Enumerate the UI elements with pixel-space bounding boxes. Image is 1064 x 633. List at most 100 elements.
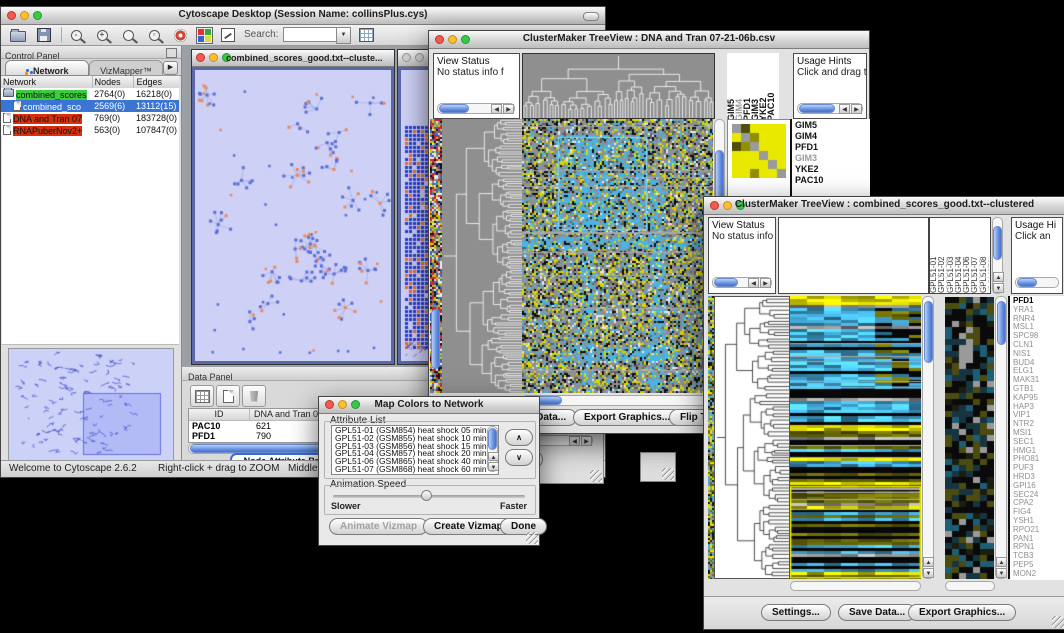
gene-label[interactable]: PAC10 [795,175,870,186]
gene-label[interactable]: MON2 [1013,570,1064,579]
network-row-dna-tran[interactable]: DNA and Tran 07 769(0) 183728(0) [1,112,179,124]
tab-vizmapper[interactable]: VizMapper™ [89,60,163,76]
scroll-down-icon[interactable]: ▼ [923,568,934,578]
delete-attribute-button[interactable] [242,385,266,407]
close-button[interactable] [196,53,205,62]
close-button[interactable] [402,53,411,62]
gene-label[interactable]: GIM4 [795,131,870,142]
attribute-item[interactable]: GPL51-07 (GSM868) heat shock 60 min [335,466,498,474]
attribute-list-vscrollbar[interactable]: ▲ ▼ [487,426,498,472]
scroll-left-icon[interactable]: ◀ [748,278,759,288]
export-graphics-button[interactable]: Export Graphics... [908,604,1016,621]
scroll-down-icon[interactable]: ▼ [488,462,499,471]
selected-cluster-matrix[interactable] [732,124,786,178]
view-status-hscrollbar[interactable]: ◀ ▶ [437,103,515,114]
network-tab-icon [26,69,29,72]
zoom-heatmap[interactable] [945,297,994,579]
scroll-left-icon[interactable]: ◀ [839,104,850,114]
bottom-hscrollbar[interactable] [790,581,921,591]
resize-grip[interactable] [1052,616,1064,628]
scroll-down-icon[interactable]: ▼ [996,568,1007,578]
resize-grip[interactable] [590,470,602,482]
column-label: YKE2 [759,55,767,121]
treeview2-heatmap[interactable] [790,296,921,579]
move-down-button[interactable]: ∨ [505,449,533,466]
network-view-titlebar[interactable]: combined_scores_good.txt--cluste... [192,50,394,67]
network-row-combined-scores[interactable]: combined_scores 2764(0) 16218(0) [1,88,179,100]
scroll-up-icon[interactable]: ▲ [488,452,499,461]
treeview1-heatmap[interactable] [522,119,713,393]
view-status-title: View Status [437,56,519,67]
toolbar-toggle-capsule[interactable] [583,12,599,21]
float-panel-icon[interactable] [166,48,177,58]
table-grid-icon [195,390,210,403]
dialog-titlebar[interactable]: Map Colors to Network [319,397,539,414]
scroll-right-icon[interactable]: ▶ [503,104,514,114]
col-id[interactable]: ID [189,409,250,420]
search-dropdown[interactable]: ▼ [336,27,351,44]
scroll-up-icon[interactable]: ▲ [996,557,1007,567]
scroll-left-icon[interactable]: ◀ [569,436,580,446]
gene-label[interactable]: GIM5 [795,120,870,131]
main-titlebar[interactable]: Cytoscape Desktop (Session Name: collins… [1,7,605,25]
scroll-right-icon[interactable]: ▶ [760,278,771,288]
resize-grip[interactable] [662,468,674,480]
open-file-button[interactable] [7,26,29,44]
help-button[interactable] [169,26,191,44]
attribute-select-button[interactable] [190,385,214,407]
zoom-out-button[interactable]: - [65,26,87,44]
tab-overflow-button[interactable]: ▶ [163,61,178,75]
treeview1-titlebar[interactable]: ClusterMaker TreeView : DNA and Tran 07-… [429,31,869,49]
scroll-right-icon[interactable]: ▶ [581,436,592,446]
zoom-in-button[interactable]: + [91,26,113,44]
network-row-rnapuber[interactable]: RNAPuberNov2+ 563(0) 107847(0) [1,124,179,136]
annotation-button[interactable] [217,26,239,44]
minimize-button[interactable] [415,53,424,62]
save-button[interactable] [33,26,55,44]
scroll-up-icon[interactable]: ▲ [993,272,1004,282]
zoom-vscrollbar[interactable]: ▲ ▼ [995,296,1007,579]
network-row-selected[interactable]: combined_sco 2569(6) 13112(15) [1,100,179,112]
settings-button[interactable]: Settings... [761,604,831,621]
trash-icon [249,391,259,402]
scroll-up-icon[interactable]: ▲ [923,557,934,567]
usage-hints-hscrollbar[interactable]: ◀ ▶ [797,103,863,114]
animate-vizmap-button[interactable]: Animate Vizmap [329,518,428,535]
scroll-right-icon[interactable]: ▶ [851,104,862,114]
scroll-left-icon[interactable]: ◀ [491,104,502,114]
tab-network[interactable]: Network [5,60,89,76]
resize-grip[interactable] [526,532,538,544]
zoom-selected-button[interactable] [117,26,139,44]
gene-label[interactable]: GIM3 [795,153,870,164]
network-table-header[interactable]: Network Nodes Edges [1,76,179,88]
treeview2-vscrollbar[interactable]: ▲ ▼ [922,296,934,579]
zoom-selected-icon [123,30,134,41]
move-up-button[interactable]: ∧ [505,429,533,446]
column-dendrogram[interactable] [523,54,714,118]
vizmapper-button[interactable] [193,26,215,44]
export-graphics-button[interactable]: Export Graphics... [573,409,681,426]
column-dendrogram-area[interactable] [778,217,929,294]
view-status-hscrollbar[interactable]: ◀ ▶ [712,277,772,288]
new-attribute-button[interactable] [216,385,240,407]
zoom-fit-button[interactable]: ▫ [143,26,165,44]
slider-thumb[interactable] [421,490,432,501]
save-data-button[interactable]: Save Data... [838,604,916,621]
animation-speed-slider[interactable] [333,495,525,498]
network-graph-canvas[interactable] [195,70,391,359]
treeview2-titlebar[interactable]: ClusterMaker TreeView : combined_scores_… [704,197,1064,215]
treeview1-hscrollbar[interactable] [522,395,713,406]
search-input[interactable] [283,27,337,42]
bottom-hscrollbar-2[interactable] [945,581,995,591]
column-labels-vscrollbar[interactable]: ▲ ▼ [992,217,1003,294]
usage-hints-hscrollbar[interactable] [1015,277,1059,288]
birdseye-view[interactable] [9,349,171,459]
done-button[interactable]: Done [500,518,547,535]
scroll-down-icon[interactable]: ▼ [993,283,1004,293]
gene-label[interactable]: PFD1 [795,142,870,153]
row-dendrogram[interactable] [715,297,789,578]
minimize-button[interactable] [209,53,218,62]
gene-label[interactable]: YKE2 [795,164,870,175]
import-table-button[interactable] [355,26,377,44]
row-dendrogram[interactable] [442,119,522,393]
